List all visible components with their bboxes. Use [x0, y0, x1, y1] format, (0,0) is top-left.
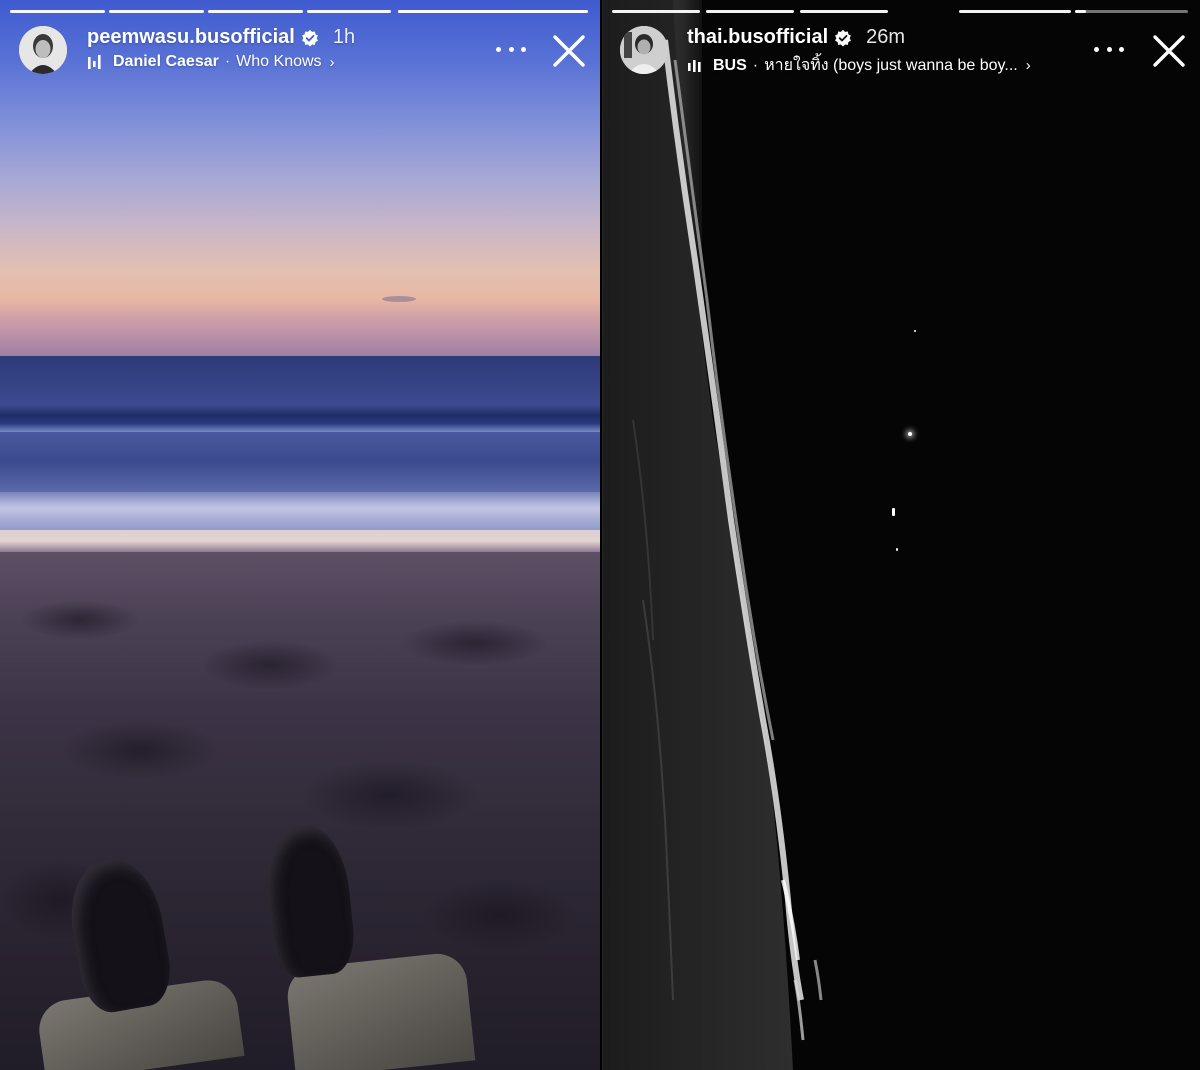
progress-segment: [800, 10, 888, 13]
music-separator: ·: [224, 53, 231, 70]
username[interactable]: peemwasu.busofficial: [87, 26, 295, 49]
verified-badge-icon: [301, 29, 318, 46]
music-title: หายใจทิ้ง (boys just wanna be boy...: [764, 57, 1018, 74]
story-panel-peemwasu[interactable]: peemwasu.busofficial 1h Daniel Caesar · …: [0, 0, 600, 1070]
username[interactable]: thai.busofficial: [687, 26, 828, 49]
more-options-icon[interactable]: [496, 34, 526, 64]
light-speck: [896, 548, 898, 551]
story-time: 26m: [866, 26, 906, 48]
music-sticker[interactable]: Daniel Caesar · Who Knows ›: [87, 53, 335, 71]
close-icon[interactable]: [552, 34, 586, 68]
avatar-image: [19, 26, 67, 74]
story-progress-bar: [0, 10, 600, 13]
light-speck: [892, 508, 895, 516]
footprint: [300, 760, 480, 830]
music-equalizer-icon: [688, 59, 701, 72]
footprint: [200, 640, 340, 690]
more-options-icon[interactable]: [1094, 34, 1124, 64]
progress-segment: [706, 10, 794, 13]
footprint: [20, 600, 140, 640]
progress-segment: [208, 10, 303, 13]
story-progress-bar: [602, 10, 1200, 13]
progress-segment: [307, 10, 391, 13]
story-panel-thai[interactable]: thai.busofficial 26m BUS · หายใจทิ้ง (bo…: [602, 0, 1200, 1070]
progress-fill: [1075, 10, 1087, 13]
progress-segment-active: [1075, 10, 1188, 13]
footprint: [60, 720, 220, 780]
avatar-image: [620, 26, 668, 74]
music-title: Who Knows: [236, 53, 322, 70]
wave: [0, 492, 600, 528]
progress-segment: [959, 10, 1071, 13]
cloud: [382, 296, 416, 302]
verified-badge-icon: [835, 29, 852, 46]
progress-segment: [612, 10, 700, 13]
light-speck: [914, 330, 916, 332]
progress-segment: [10, 10, 105, 13]
music-artist: BUS: [713, 56, 747, 74]
chevron-right-icon: ›: [1025, 57, 1031, 74]
avatar[interactable]: [19, 26, 67, 74]
chevron-right-icon: ›: [329, 53, 335, 71]
wave: [0, 404, 600, 432]
progress-fill: [398, 10, 588, 13]
progress-segment-active: [398, 10, 588, 13]
surf-line: [603, 0, 823, 1070]
story-time: 1h: [332, 26, 356, 48]
footprint: [420, 880, 580, 950]
story-header-user[interactable]: peemwasu.busofficial 1h: [87, 26, 355, 49]
story-header-user[interactable]: thai.busofficial 26m: [687, 26, 905, 49]
music-equalizer-icon: [88, 55, 101, 69]
avatar[interactable]: [620, 26, 668, 74]
progress-segment: [109, 10, 204, 13]
close-icon[interactable]: [1152, 34, 1186, 68]
footprint: [400, 620, 550, 666]
music-artist: Daniel Caesar: [113, 53, 219, 70]
music-separator: ·: [752, 56, 759, 74]
light-speck: [908, 432, 912, 436]
music-sticker[interactable]: BUS · หายใจทิ้ง (boys just wanna be boy.…: [687, 53, 1031, 78]
shore-foam: [0, 530, 600, 552]
